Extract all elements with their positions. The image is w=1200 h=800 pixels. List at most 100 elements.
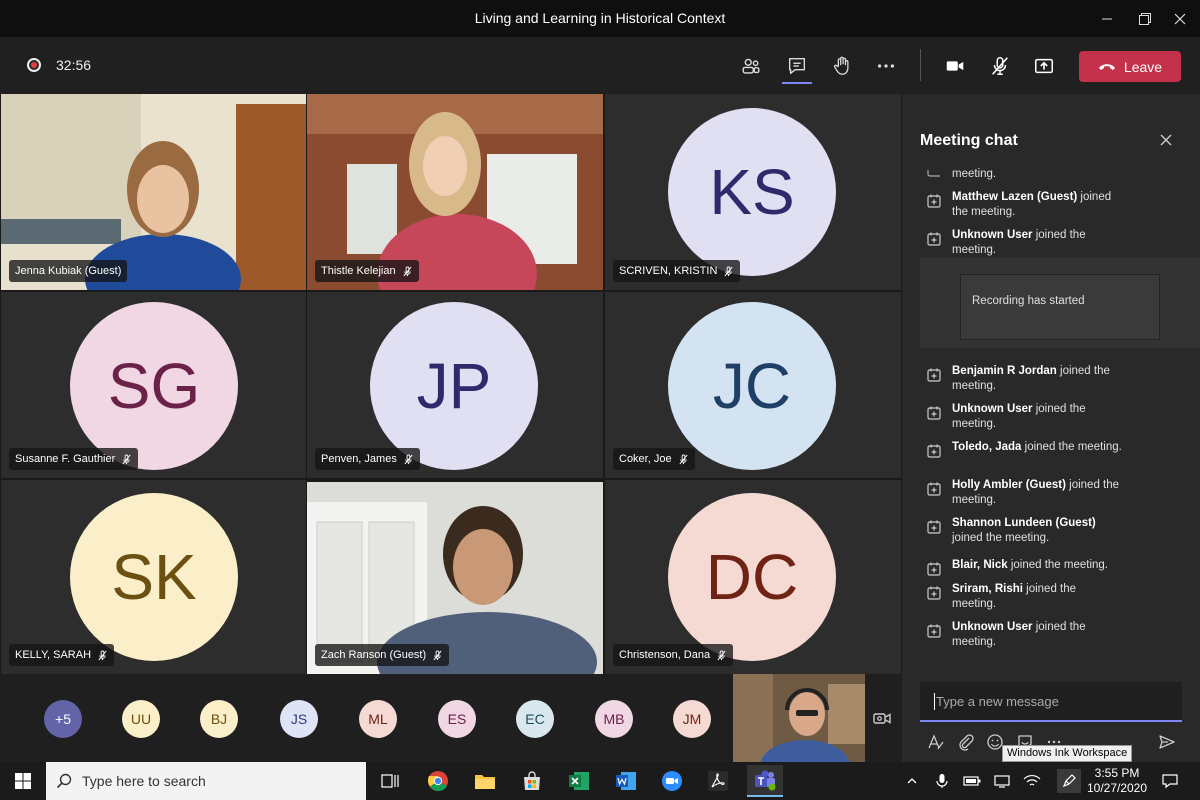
avatar-tile[interactable]: JP Penven, James [307,292,603,478]
chat-event: Unknown User joined the meeting. [926,620,1186,649]
meeting-timer: 32:56 [56,57,92,73]
chat-event: Unknown User joined the meeting. [926,402,1186,431]
chat-event: Holly Ambler (Guest) joined the meeting. [926,478,1186,507]
calendar-join-icon [927,194,941,208]
folder-icon [475,775,495,789]
network-tray[interactable] [992,771,1012,791]
clock-date: 10/27/2020 [1086,781,1148,795]
store-icon [524,771,540,790]
meeting-toolbar: 32:56 Leave [0,37,1200,93]
mic-muted-icon [122,453,131,464]
avatar-tile[interactable]: JC Coker, Joe [605,292,901,478]
zoom-app[interactable] [654,765,690,797]
chat-event: Sriram, Rishi joined the meeting. [926,582,1186,611]
avatar: JP [370,302,538,470]
store-app[interactable] [514,765,550,797]
roster-avatar[interactable]: EC [516,700,554,738]
compose-message-box[interactable]: Type a new message [920,682,1182,722]
mute-button[interactable] [985,51,1015,81]
roster-avatar[interactable]: MB [595,700,633,738]
acrobat-app[interactable] [700,765,736,797]
avatar-tile[interactable]: SK KELLY, SARAH [1,480,306,674]
avatar-tile[interactable]: SG Susanne F. Gauthier [1,292,306,478]
overflow-participants-button[interactable]: +5 [44,700,82,738]
wifi-tray[interactable] [1022,771,1042,791]
search-icon [56,773,72,789]
participant-roster-strip: +5 UU BJ JS ML ES EC MB JM [0,674,902,762]
close-chat-button[interactable] [1158,132,1174,148]
chat-event-text: Unknown User joined the meeting. [952,229,1086,256]
format-button[interactable] [926,732,946,752]
show-conversation-button[interactable] [782,51,812,81]
chat-panel-title: Meeting chat [920,132,1018,149]
attach-button[interactable] [956,732,976,752]
video-tile[interactable]: Jenna Kubiak (Guest) [1,94,306,290]
recording-notice-band: Recording has started [920,258,1200,348]
chrome-app[interactable] [420,765,456,797]
chrome-icon [427,771,448,791]
calendar-join-icon [927,482,941,496]
roster-avatar[interactable]: BJ [200,700,238,738]
restore-button[interactable] [1125,0,1165,37]
mic-muted-icon [404,453,413,464]
teams-app[interactable] [747,765,783,797]
task-view-button[interactable] [372,765,408,797]
word-app[interactable] [608,765,644,797]
avatar-tile[interactable]: DC Christenson, Dana [605,480,901,674]
show-hidden-icons-button[interactable] [902,771,922,791]
excel-app[interactable] [561,765,597,797]
calendar-join-icon [927,520,941,534]
raise-hand-button[interactable] [827,51,857,81]
windows-logo-icon [15,773,31,789]
windows-ink-workspace-button[interactable] [1057,769,1081,793]
recording-indicator-icon [27,58,41,72]
wifi-icon [1023,775,1041,786]
minimize-button[interactable] [1087,0,1127,37]
avatar: SG [70,302,238,470]
camera-button[interactable] [940,51,970,81]
participant-name-tag: Coker, Joe [613,448,695,470]
self-view-video[interactable] [733,674,865,762]
roster-avatar[interactable]: UU [122,700,160,738]
self-view-camera-toggle[interactable] [870,706,894,730]
share-screen-icon [1035,58,1053,74]
compose-placeholder: Type a new message [936,694,1059,709]
start-button[interactable] [0,762,46,800]
notifications-button[interactable] [1160,771,1180,791]
self-video-feed [733,674,865,762]
word-icon [616,772,636,790]
active-tab-indicator [782,82,812,84]
roster-avatar[interactable]: ML [359,700,397,738]
taskbar-clock[interactable]: 3:55 PM 10/27/2020 [1086,766,1148,796]
close-window-button[interactable] [1160,0,1200,37]
restore-icon [1139,12,1151,25]
mic-muted-icon [433,649,442,660]
chat-event-text: Blair, Nick joined the meeting. [952,559,1108,571]
chat-event-text: Toledo, Jada joined the meeting. [952,441,1122,453]
calendar-join-icon [927,624,941,638]
more-actions-button[interactable] [871,51,901,81]
text-caret [934,693,935,710]
battery-tray[interactable] [962,771,982,791]
share-content-button[interactable] [1029,51,1059,81]
chat-event-text: meeting. [952,168,997,180]
calendar-join-icon [927,444,941,458]
taskbar-search[interactable]: Type here to search [46,762,366,800]
video-tile[interactable]: Zach Ranson (Guest) [307,482,603,674]
chat-event-text: Matthew Lazen (Guest) joined the meeting… [952,191,1112,218]
roster-avatar[interactable]: JS [280,700,318,738]
roster-avatar[interactable]: JM [673,700,711,738]
video-tile[interactable]: Thistle Kelejian [307,94,603,290]
calendar-join-icon [927,368,941,382]
zoom-icon [662,771,682,791]
leave-label: Leave [1123,58,1163,75]
avatar-tile[interactable]: KS SCRIVEN, KRISTIN [605,94,901,290]
roster-avatar[interactable]: ES [438,700,476,738]
microphone-tray[interactable] [932,771,952,791]
participant-name-tag: Susanne F. Gauthier [9,448,139,470]
leave-button[interactable]: Leave [1079,51,1181,82]
show-participants-button[interactable] [736,51,766,81]
file-explorer-app[interactable] [467,765,503,797]
send-button[interactable] [1157,732,1177,752]
chat-event-text: Unknown User joined the meeting. [952,621,1086,648]
